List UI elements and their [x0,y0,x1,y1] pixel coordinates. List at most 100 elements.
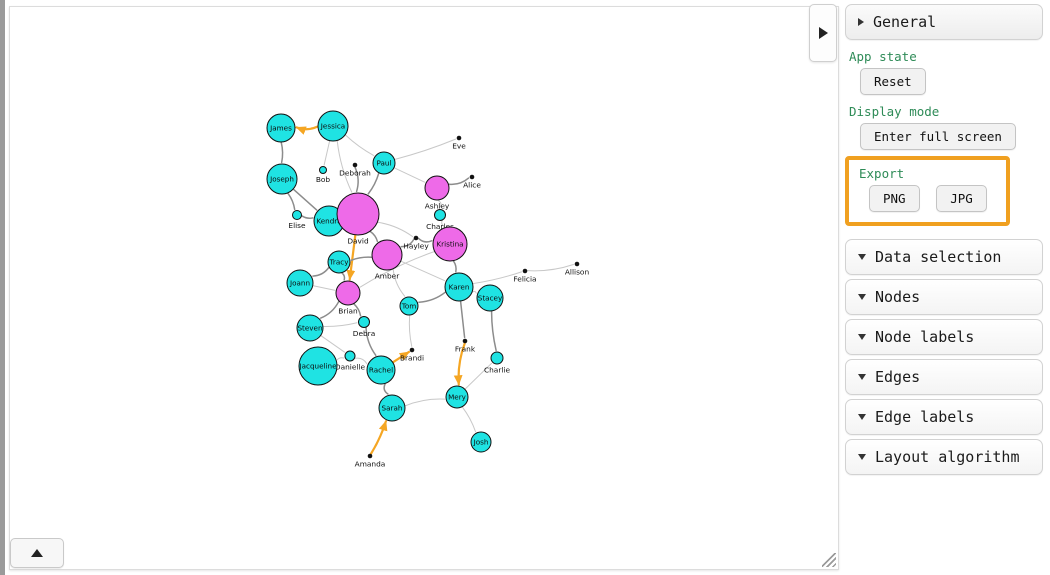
node-circle[interactable] [335,280,361,306]
graph-node[interactable]: Stacey [476,284,504,312]
graph-node[interactable]: Allison [565,261,590,276]
graph-node[interactable]: Hayley [403,235,429,250]
graph-node[interactable]: Amanda [355,453,386,468]
graph-edge[interactable] [295,125,319,135]
graph-node[interactable]: Eve [452,135,466,150]
graph-edge[interactable] [377,221,414,238]
reset-button[interactable]: Reset [860,68,926,95]
graph-node[interactable]: Joann [286,269,314,297]
graph-edge[interactable] [319,300,340,319]
graph-edge[interactable] [404,398,446,407]
node-circle[interactable] [574,261,580,267]
graph-edge[interactable] [452,260,457,273]
node-label: Ashley [425,201,450,210]
graph-node[interactable]: David [336,192,380,245]
graph-node[interactable]: Karen [444,272,474,302]
section-edges-header[interactable]: Edges [845,359,1043,395]
export-png-button[interactable]: PNG [869,185,920,212]
canvas-resize-handle[interactable] [822,553,836,567]
export-jpg-button[interactable]: JPG [936,185,987,212]
graph-edge[interactable] [301,215,314,220]
graph-node[interactable]: Frank [455,338,476,353]
node-circle[interactable] [336,192,380,236]
node-circle[interactable] [434,209,446,221]
graph-edge[interactable] [408,315,413,347]
graph-node[interactable]: Mery [445,385,469,409]
graph-edge[interactable] [369,420,388,455]
node-circle[interactable] [490,351,504,365]
node-circle[interactable] [358,316,370,328]
graph-edge[interactable] [292,188,318,211]
graph-node[interactable]: Brian [335,280,361,315]
graph-edge[interactable] [490,310,497,352]
graph-edge[interactable] [459,300,466,339]
graph-node[interactable]: Josh [470,431,492,453]
graph-node[interactable]: Joseph [266,163,298,195]
graph-node[interactable]: Charlie [484,351,511,374]
graph-edge[interactable] [418,291,447,303]
graph-edge[interactable] [312,285,336,291]
node-circle[interactable] [462,338,468,344]
enter-full-screen-button[interactable]: Enter full screen [860,123,1016,150]
triangle-up-icon [31,549,43,557]
section-nodes-header[interactable]: Nodes [845,279,1043,315]
node-circle[interactable] [371,239,403,271]
node-circle[interactable] [413,235,419,241]
node-circle[interactable] [352,162,358,168]
section-edge-labels-header[interactable]: Edge labels [845,399,1043,435]
graph-node[interactable]: James [266,113,296,143]
node-circle[interactable] [522,268,528,274]
graph-edge[interactable] [336,140,353,193]
node-circle[interactable] [469,174,475,180]
graph-edge[interactable] [312,266,330,277]
graph-node[interactable]: Kristina [432,226,468,262]
graph-edge[interactable] [394,138,457,160]
graph-canvas[interactable]: James Jessica Joseph Bob Deborah Paul Eve Ashle… [9,6,839,570]
graph-node[interactable]: Steven [296,314,324,342]
graph-edge[interactable] [393,167,426,183]
node-circle[interactable] [409,347,415,353]
graph-node[interactable]: Amber [371,239,403,280]
graph-node[interactable]: Debra [353,316,376,338]
section-node-labels-header[interactable]: Node labels [845,319,1043,355]
graph-node[interactable]: Ashley [424,175,450,210]
graph-edge[interactable] [323,322,358,328]
node-circle[interactable] [292,210,302,220]
graph-node[interactable]: Tracy [327,250,351,274]
graph-svg[interactable]: James Jessica Joseph Bob Deborah Paul Eve Ashle… [10,7,836,567]
graph-node[interactable]: Paul [372,151,396,175]
graph-edge[interactable] [280,141,284,164]
graph-node[interactable]: Danielle [335,350,366,371]
node-circle[interactable] [456,135,462,141]
graph-edge[interactable] [369,230,379,243]
node-circle[interactable] [319,166,327,174]
graph-edge[interactable] [341,272,346,281]
panel-toggle-tab[interactable] [809,4,837,62]
graph-edge[interactable] [323,140,331,166]
graph-node[interactable]: Bob [316,166,331,184]
graph-edge[interactable] [345,134,375,157]
node-circle[interactable] [424,175,450,201]
graph-node[interactable]: Alice [463,174,481,189]
graph-node[interactable]: Sarah [378,394,406,422]
graph-edge[interactable] [461,406,477,433]
graph-edge[interactable] [336,357,345,361]
section-layout-algorithm-header[interactable]: Layout algorithm [845,439,1043,475]
graph-node[interactable]: Jacqueline [298,346,338,386]
node-circle[interactable] [367,453,373,459]
graph-node[interactable]: Brandi [400,347,424,362]
graph-node[interactable]: Tom [399,296,419,316]
section-general-header[interactable]: General [845,4,1043,40]
graph-edge[interactable] [287,192,296,211]
graph-node[interactable]: Jessica [317,110,349,142]
graph-node[interactable]: Rachel [366,355,396,385]
node-circle[interactable] [344,350,356,362]
graph-edge[interactable] [472,290,477,294]
graph-edge[interactable] [400,260,446,282]
graph-edge[interactable] [383,383,389,395]
graph-node[interactable]: Deborah [339,162,371,177]
graph-node[interactable]: Elise [288,210,306,230]
collapse-bottom-button[interactable] [10,538,64,568]
graph-edge[interactable] [350,256,373,261]
section-data-selection-header[interactable]: Data selection [845,239,1043,275]
